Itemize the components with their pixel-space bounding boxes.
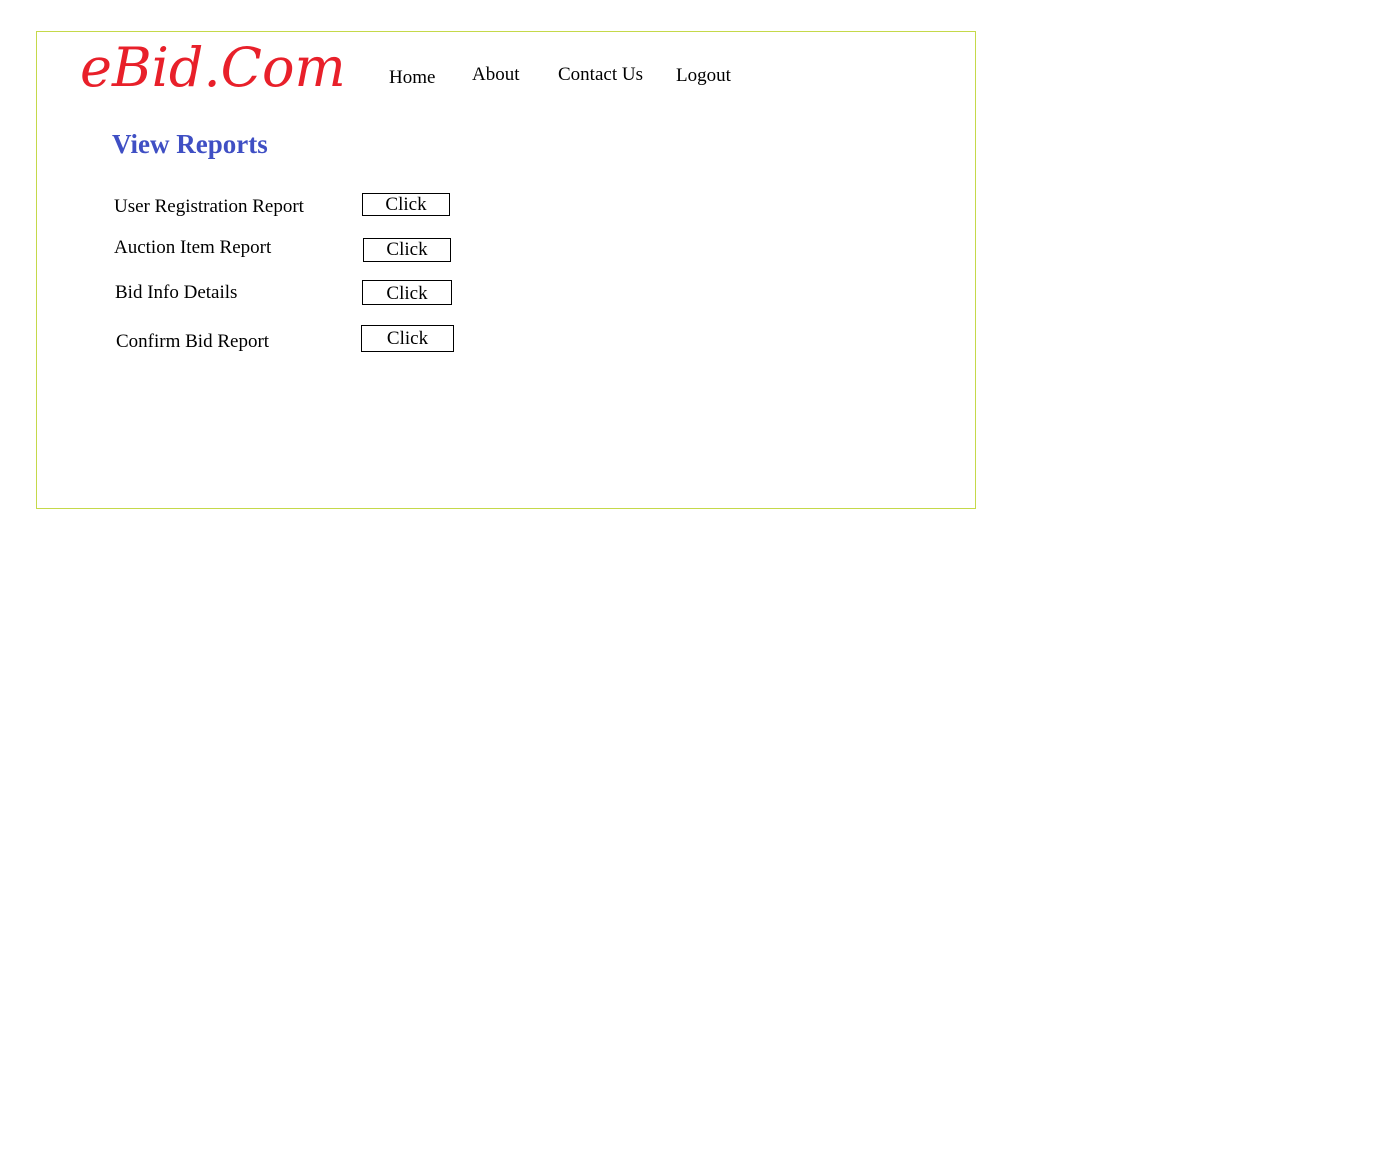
site-logo[interactable]: eBid.Com	[80, 36, 346, 100]
page-frame	[36, 31, 976, 509]
bid-info-details-button[interactable]: Click	[362, 280, 452, 305]
nav-logout-link[interactable]: Logout	[676, 65, 731, 87]
page-title: View Reports	[112, 129, 268, 159]
nav-home-link[interactable]: Home	[389, 67, 435, 89]
report-label-confirm-bid: Confirm Bid Report	[116, 331, 270, 352]
user-registration-report-button[interactable]: Click	[362, 193, 450, 216]
nav-about-link[interactable]: About	[472, 64, 520, 86]
report-label-bid-info: Bid Info Details	[115, 282, 238, 303]
auction-item-report-button[interactable]: Click	[363, 238, 451, 262]
nav-contact-us-link[interactable]: Contact Us	[558, 64, 643, 86]
confirm-bid-report-button[interactable]: Click	[361, 325, 454, 352]
report-label-auction-item: Auction Item Report	[114, 237, 272, 258]
report-label-user-registration: User Registration Report	[114, 196, 304, 217]
